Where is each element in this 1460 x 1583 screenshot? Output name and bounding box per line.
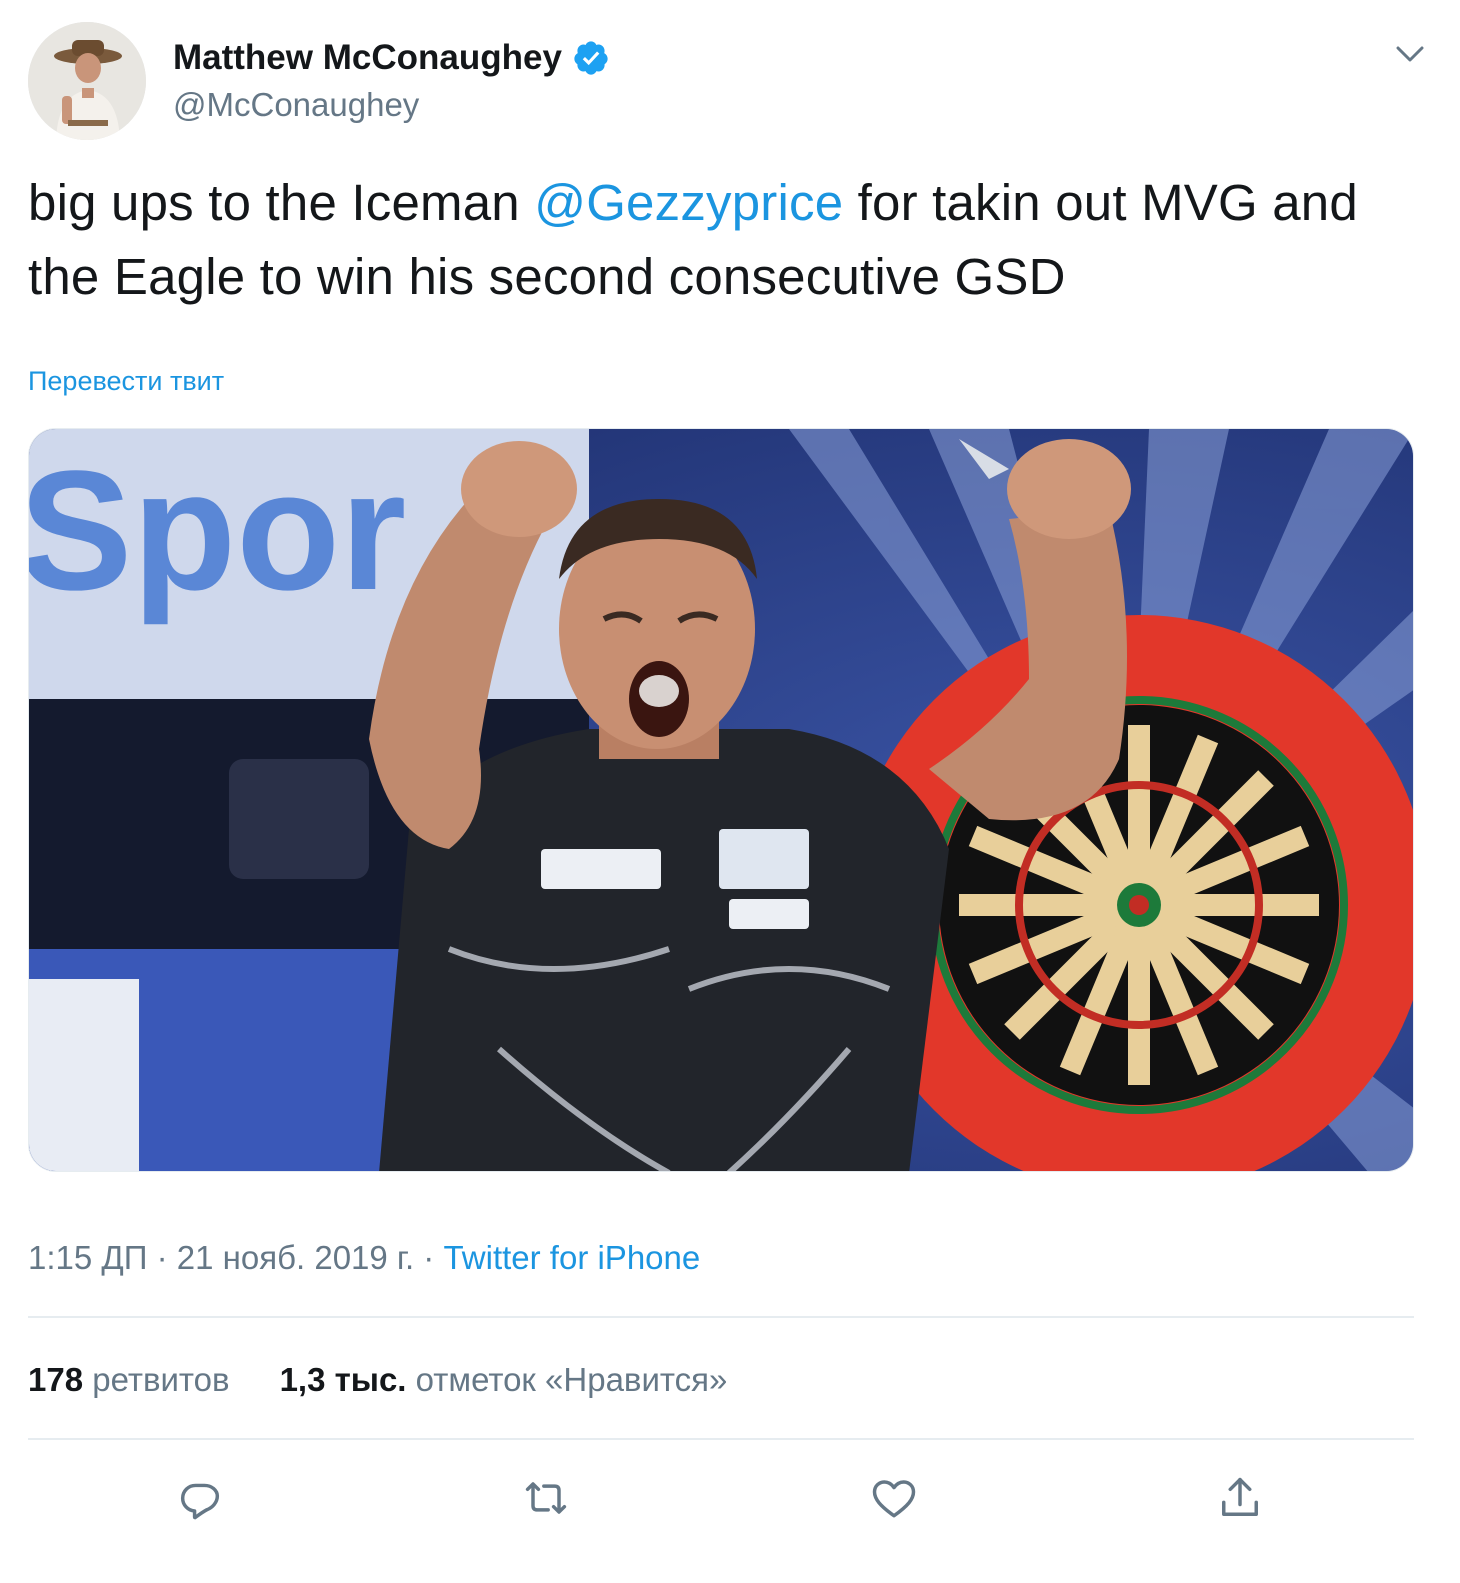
mention-link[interactable]: @Gezzyprice [534,174,843,231]
tweet-source-link[interactable]: Twitter for iPhone [443,1239,700,1276]
retweets-label: ретвитов [83,1361,230,1398]
sponsor-sign: Spor [29,436,406,626]
chevron-down-icon[interactable] [1392,36,1428,72]
share-icon[interactable] [1212,1470,1268,1526]
tweet-meta: 1:15 ДП · 21 нояб. 2019 г. · Twitter for… [28,1236,700,1280]
retweets-stat[interactable]: 178 ретвитов [28,1358,230,1402]
tweet-stats: 178 ретвитов 1,3 тыс. отметок «Нравится» [28,1358,727,1402]
reply-icon[interactable] [172,1470,228,1526]
divider [28,1316,1414,1318]
tweet-time[interactable]: 1:15 ДП [28,1239,147,1276]
author-names: Matthew McConaughey @McConaughey [173,36,610,128]
meta-separator: · [414,1239,444,1276]
retweet-icon[interactable] [518,1470,574,1526]
tweet-text: big ups to the Iceman @Gezzyprice for ta… [28,166,1432,314]
avatar[interactable] [28,22,146,140]
tweet-actions [28,1470,1414,1534]
display-name[interactable]: Matthew McConaughey [173,36,562,80]
likes-label: отметок «Нравится» [406,1361,728,1398]
translate-tweet-link[interactable]: Перевести твит [28,366,224,397]
tweet-header: Matthew McConaughey @McConaughey [28,22,1432,142]
divider [28,1438,1414,1440]
verified-badge-icon [572,39,610,77]
tweet-text-before: big ups to the Iceman [28,174,535,231]
likes-stat[interactable]: 1,3 тыс. отметок «Нравится» [280,1358,728,1402]
tweet-photo[interactable]: Spor [28,428,1414,1172]
tweet-date[interactable]: 21 нояб. 2019 г. [177,1239,414,1276]
like-icon[interactable] [866,1470,922,1526]
meta-separator: · [147,1239,177,1276]
author-name-row[interactable]: Matthew McConaughey [173,36,610,80]
likes-count: 1,3 тыс. [279,1361,407,1398]
retweets-count: 178 [28,1361,84,1398]
handle[interactable]: @McConaughey [173,82,610,128]
